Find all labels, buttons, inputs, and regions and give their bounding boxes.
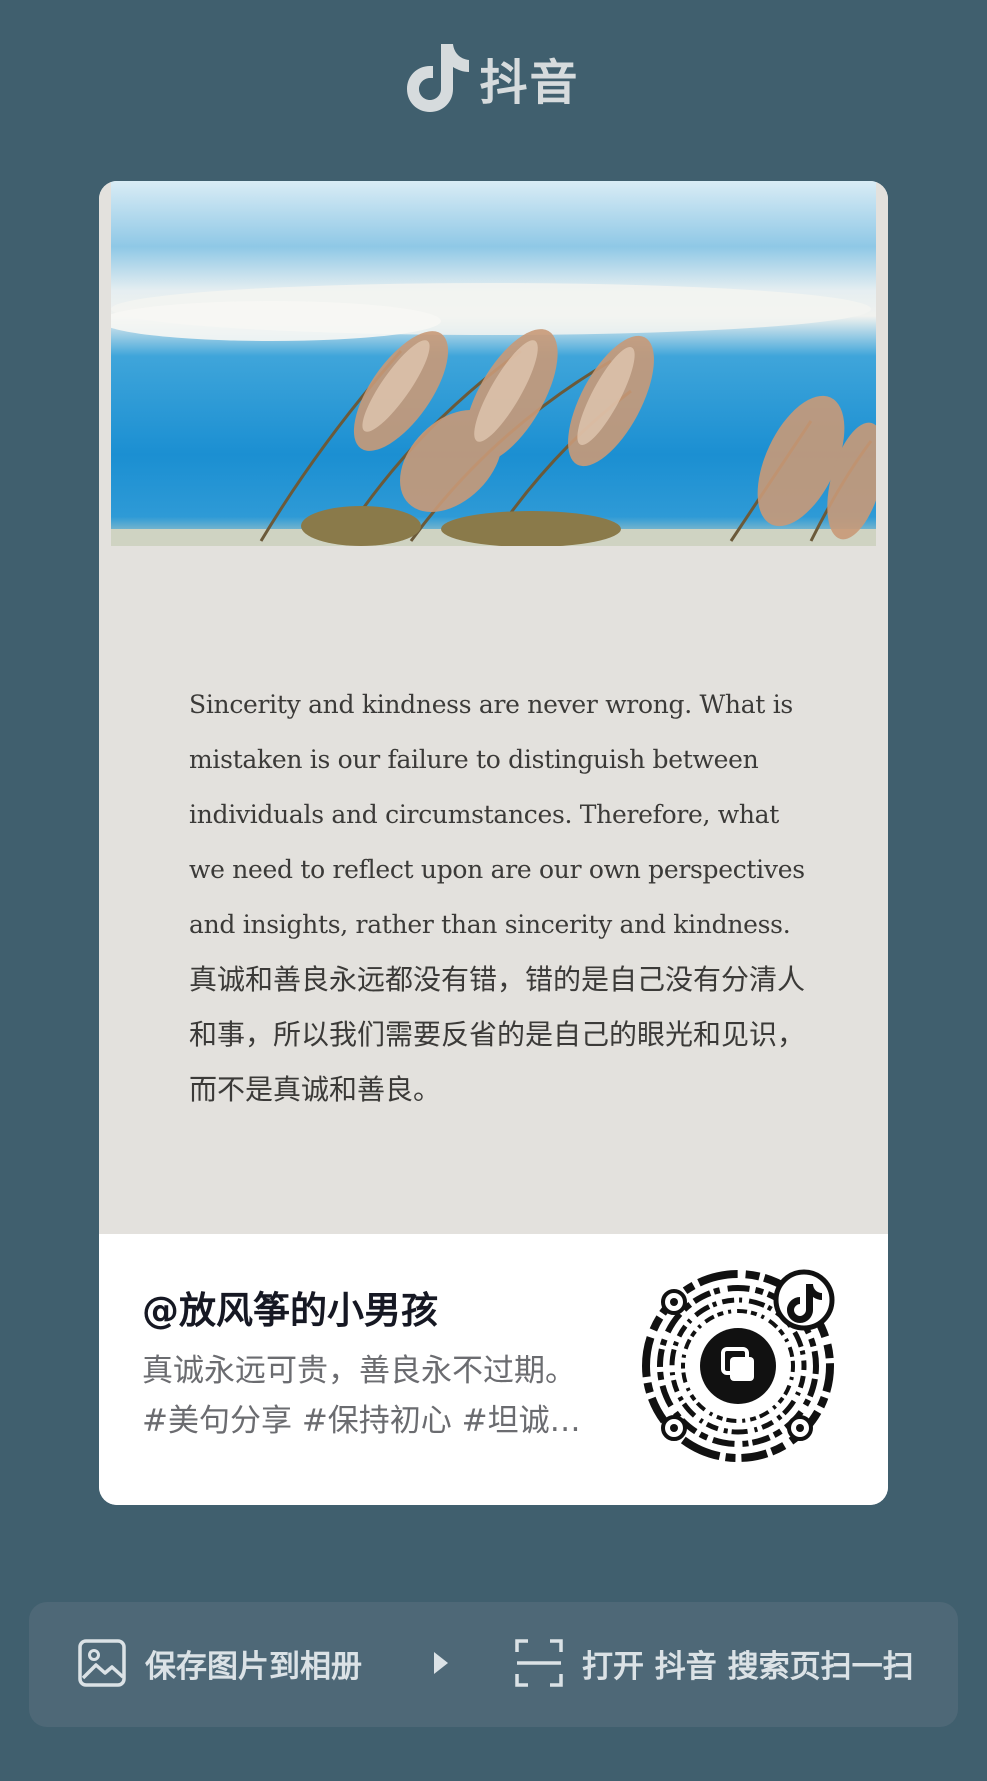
caption-hashtags: #美句分享 #保持初心 #坦诚… [142, 1403, 581, 1439]
quote-text: Sincerity and kindness are never wrong. … [189, 677, 809, 1117]
save-image-label: 保存图片到相册 [145, 1648, 362, 1685]
qr-code [640, 1268, 836, 1464]
image-icon [78, 1639, 126, 1687]
bottom-action-bar: 保存图片到相册 打开 抖音 搜索页扫一扫 [29, 1602, 958, 1727]
play-triangle-icon [434, 1652, 448, 1674]
quote-chinese: 真诚和善良永远都没有错，错的是自己没有分清人和事，所以我们需要反省的是自己的眼光… [189, 963, 806, 1106]
save-image-button[interactable]: 保存图片到相册 [77, 1638, 362, 1688]
post-image: Sincerity and kindness are never wrong. … [99, 181, 888, 1234]
reed-illustration [111, 283, 876, 546]
quote-english: Sincerity and kindness are never wrong. … [189, 690, 805, 939]
logo-text: 抖音 [479, 55, 580, 111]
caption-line: 真诚永远可贵，善良永不过期。 [142, 1353, 576, 1389]
reed-photo [111, 181, 876, 546]
qr-code-icon [642, 1269, 835, 1462]
scan-instruction-button[interactable]: 打开 抖音 搜索页扫一扫 [514, 1638, 914, 1688]
post-caption: 真诚永远可贵，善良永不过期。 #美句分享 #保持初心 #坦诚… [142, 1346, 612, 1446]
scan-icon [515, 1639, 563, 1687]
tiktok-note-icon [407, 44, 470, 112]
author-handle: @放风筝的小男孩 [142, 1289, 438, 1332]
scan-instruction-label: 打开 抖音 搜索页扫一扫 [582, 1648, 914, 1685]
douyin-logo: 抖音 [0, 38, 987, 118]
